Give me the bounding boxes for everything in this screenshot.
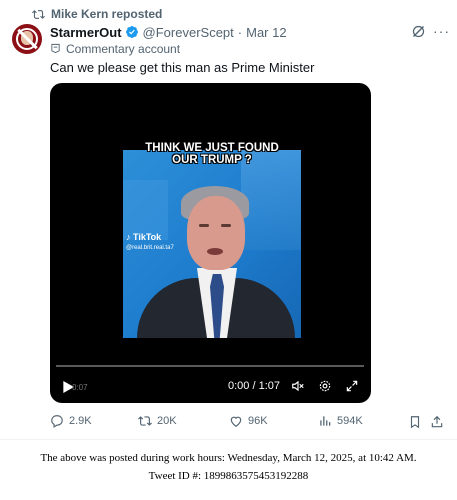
- repost-icon: [138, 416, 152, 426]
- video-time: 0:00 / 1:07: [228, 380, 280, 392]
- head-shape: [187, 196, 245, 270]
- action-bar: 2.9K 20K 96K 594K: [50, 414, 450, 432]
- eye-shape: [221, 224, 231, 227]
- meta-separator: ·: [237, 24, 243, 40]
- ghost-timestamp: 0:07: [72, 383, 88, 392]
- commentary-icon: [51, 43, 60, 54]
- caption-line-1: THINK WE JUST FOUND: [145, 142, 279, 154]
- repost-indicator[interactable]: Mike Kern reposted: [32, 6, 162, 22]
- reply-count: 2.9K: [69, 415, 92, 427]
- author-name[interactable]: StarmerOut: [50, 25, 122, 40]
- backdrop-panel: [123, 180, 168, 240]
- post-date[interactable]: Mar 12: [246, 25, 286, 40]
- view-count: 594K: [337, 415, 363, 427]
- reply-button[interactable]: 2.9K: [50, 414, 92, 428]
- fullscreen-icon[interactable]: [345, 379, 359, 393]
- repost-icon: [32, 9, 45, 19]
- like-button[interactable]: 96K: [229, 414, 268, 428]
- author-row: StarmerOut @ForeverScept · Mar 12: [50, 23, 287, 41]
- tweet-text: Can we please get this man as Prime Mini…: [50, 60, 315, 75]
- video-player[interactable]: THINK WE JUST FOUND OUR TRUMP ? ♪ TikTok…: [50, 83, 371, 403]
- mouth-shape: [207, 248, 223, 255]
- verified-badge-icon: [125, 26, 138, 38]
- footer-tweet-id: Tweet ID #: 1899863575453192288: [148, 470, 309, 482]
- tiktok-watermark: ♪ TikTok: [126, 232, 161, 242]
- repost-text: Mike Kern reposted: [51, 7, 163, 21]
- tiktok-brand: TikTok: [133, 232, 162, 242]
- repost-button[interactable]: 20K: [138, 414, 177, 428]
- video-caption: THINK WE JUST FOUND OUR TRUMP ?: [123, 142, 301, 166]
- caption-line-2: OUR TRUMP ?: [172, 154, 252, 166]
- like-count: 96K: [248, 415, 268, 427]
- views-button[interactable]: 594K: [318, 414, 363, 428]
- footer-note: The above was posted during work hours: …: [40, 452, 417, 464]
- divider: [0, 439, 457, 440]
- reply-icon: [51, 415, 63, 428]
- commentary-text: Commentary account: [66, 41, 181, 56]
- repost-count: 20K: [157, 415, 177, 427]
- tiktok-username: @real.brit.real.ta7: [126, 245, 174, 251]
- video-frame: [123, 150, 301, 338]
- settings-icon[interactable]: [318, 379, 332, 393]
- tiktok-icon: ♪: [126, 232, 131, 242]
- video-progress-bar[interactable]: [56, 365, 364, 367]
- author-handle[interactable]: @ForeverScept: [143, 25, 234, 40]
- views-icon: [320, 416, 331, 426]
- mute-icon[interactable]: [291, 379, 305, 393]
- share-icon[interactable]: [430, 415, 444, 429]
- more-icon[interactable]: ···: [433, 23, 450, 39]
- grok-icon[interactable]: [411, 24, 426, 39]
- like-icon: [230, 416, 242, 427]
- eye-shape: [199, 224, 209, 227]
- commentary-label: Commentary account: [50, 41, 180, 56]
- bookmark-icon[interactable]: [408, 415, 422, 429]
- avatar[interactable]: [12, 24, 42, 54]
